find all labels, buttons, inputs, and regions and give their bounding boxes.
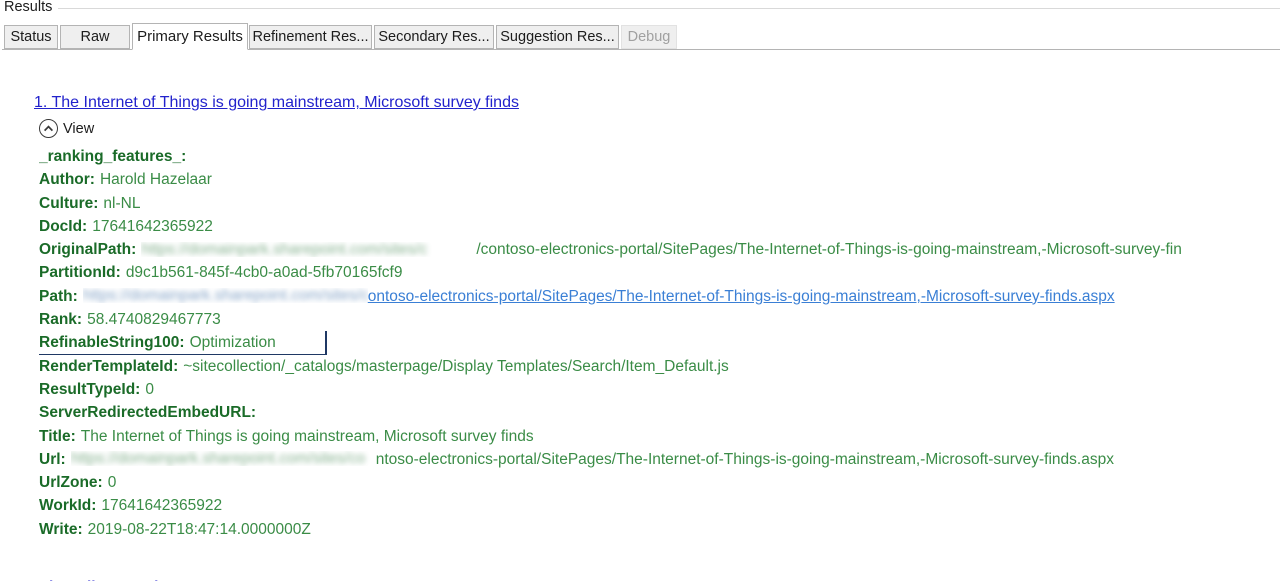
property-row: Path: https://domainpark.sharepoint.com/s…	[39, 285, 1279, 308]
property-key: Path:	[39, 287, 78, 305]
tabstrip: Status Raw Primary Results Refinement Res..…	[2, 23, 1280, 50]
property-row: RenderTemplateId: ~sitecollection/_catalo…	[39, 355, 1279, 378]
property-value: 2019-08-22T18:47:14.0000000Z	[87, 520, 311, 538]
property-value: The Internet of Things is going mainstre…	[80, 427, 534, 445]
tab-suggestion-res[interactable]: Suggestion Res...	[496, 25, 619, 49]
tab-secondary-res[interactable]: Secondary Res...	[374, 25, 494, 49]
property-key: ServerRedirectedEmbedURL:	[39, 404, 257, 422]
property-row: PartitionId: d9c1b561-845f-4cb0-a0ad-5fb7…	[39, 261, 1279, 284]
property-value: 17641642365922	[101, 497, 223, 515]
chevron-up-circle-icon[interactable]	[39, 119, 58, 138]
property-key: Author:	[39, 171, 95, 189]
property-value: 58.4740829467773	[87, 311, 221, 329]
view-toggle[interactable]: View	[39, 119, 94, 138]
property-key: WorkId:	[39, 497, 97, 515]
property-value: 17641642365922	[92, 217, 213, 235]
tab-primary-results[interactable]: Primary Results	[132, 23, 248, 50]
property-row: OriginalPath: https://domainpark.sharepoi…	[39, 238, 1279, 261]
redacted-url-prefix: https://domainpark.sharepoint.com/sites/…	[83, 288, 368, 303]
property-value: Optimization	[189, 334, 276, 352]
redacted-url-prefix-text: https://domainpark.sharepoint.com/sites/…	[82, 288, 368, 304]
property-key: UrlZone:	[39, 474, 103, 492]
property-row: Culture: nl-NL	[39, 192, 1279, 215]
property-row: ResultTypeId: 0	[39, 378, 1279, 401]
property-key: RenderTemplateId:	[39, 357, 179, 375]
property-row: WorkId: 17641642365922	[39, 494, 1279, 517]
groupbox-divider	[58, 8, 1280, 9]
results-groupbox: Results Status Raw Primary Results Refineme…	[0, 0, 1280, 582]
property-value-link[interactable]: ontoso-electronics-portal/SitePages/The-…	[368, 288, 1115, 305]
property-value: ~sitecollection/_catalogs/masterpage/Dis…	[183, 357, 729, 375]
property-key: PartitionId:	[39, 264, 121, 282]
property-key: Write:	[39, 520, 83, 538]
property-value: d9c1b561-845f-4cb0-a0ad-5fb70165fcf9	[125, 264, 403, 282]
groupbox-legend: Results	[4, 0, 57, 16]
property-row: DocId: 17641642365922	[39, 215, 1279, 238]
property-value: ntoso-electronics-portal/SitePages/The-I…	[375, 450, 1114, 468]
property-key: _ranking_features_:	[39, 148, 187, 165]
property-value: 0	[145, 380, 154, 398]
property-key: Rank:	[39, 311, 83, 329]
property-row: ServerRedirectedEmbedURL:	[39, 401, 1279, 424]
property-value: nl-NL	[103, 194, 141, 212]
tab-debug: Debug	[621, 25, 677, 49]
property-row: _ranking_features_:	[39, 145, 1279, 168]
view-toggle-label: View	[63, 120, 95, 137]
property-row: Rank: 58.4740829467773	[39, 308, 1279, 331]
redacted-url-prefix-text: https://domainpark.sharepoint.com/sites/…	[70, 451, 366, 467]
property-key: Url:	[39, 450, 66, 468]
property-key: Culture:	[39, 194, 99, 212]
tab-status[interactable]: Status	[4, 25, 58, 49]
tab-raw[interactable]: Raw	[60, 25, 130, 49]
property-key: RefinableString100:	[39, 334, 185, 352]
property-list: _ranking_features_: Author: Harold Hazelaa…	[39, 145, 1279, 541]
property-value: /contoso-electronics-portal/SitePages/Th…	[476, 241, 1182, 259]
property-key: ResultTypeId:	[39, 380, 141, 398]
property-row: Write: 2019-08-22T18:47:14.0000000Z	[39, 518, 1279, 541]
primary-results-panel: 1. The Internet of Things is going mains…	[2, 50, 1280, 582]
property-row: Url: https://domainpark.sharepoint.com/si…	[39, 448, 1279, 471]
redacted-url-prefix-text: https://domainpark.sharepoint.com/sites/…	[141, 241, 428, 257]
property-value: Harold Hazelaar	[99, 171, 212, 189]
redacted-url-prefix: https://domainpark.sharepoint.com/sites/…	[141, 242, 471, 257]
tab-refinement-res[interactable]: Refinement Res...	[249, 25, 372, 49]
property-key: DocId:	[39, 217, 88, 235]
property-key: OriginalPath:	[39, 241, 137, 259]
property-row: Title: The Internet of Things is going ma…	[39, 425, 1279, 448]
property-value: 0	[107, 474, 117, 492]
property-row: RefinableString100: Optimization	[39, 331, 1279, 355]
property-row: Author: Harold Hazelaar	[39, 168, 1279, 191]
result-title-link[interactable]: 1. The Internet of Things is going mains…	[34, 94, 519, 112]
property-key: Title:	[39, 427, 76, 445]
redacted-url-prefix: https://domainpark.sharepoint.com/sites/…	[71, 451, 371, 466]
property-row: UrlZone: 0	[39, 471, 1279, 494]
